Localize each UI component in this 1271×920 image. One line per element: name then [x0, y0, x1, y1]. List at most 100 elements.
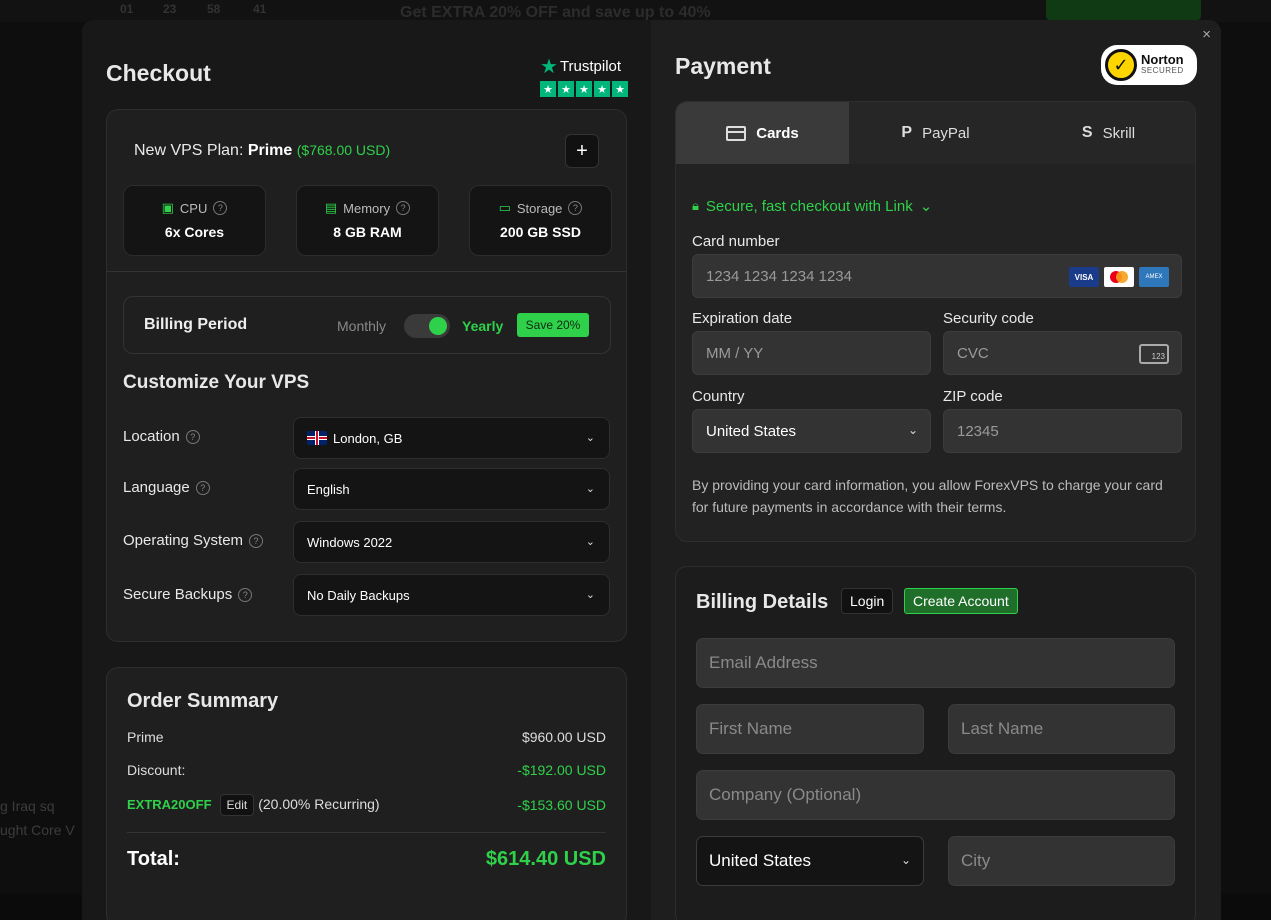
coupon-code: EXTRA20OFF: [127, 797, 212, 812]
billing-country-select[interactable]: United States ⌄: [696, 836, 924, 886]
edit-coupon-button[interactable]: Edit: [220, 794, 255, 816]
company-placeholder: Company (Optional): [709, 785, 861, 805]
plan-card: New VPS Plan: Prime ($768.00 USD) + ▣CPU…: [106, 109, 627, 642]
backups-value: No Daily Backups: [307, 588, 410, 603]
spec-label: Storage: [517, 201, 563, 216]
norton-check-icon: ✓: [1105, 49, 1137, 81]
last-name-field[interactable]: Last Name: [948, 704, 1175, 754]
tab-label: PayPal: [922, 125, 970, 142]
location-select[interactable]: London, GB ⌄: [293, 417, 610, 459]
tab-paypal[interactable]: P PayPal: [849, 102, 1022, 164]
card-number-input[interactable]: 1234 1234 1234 1234 VISA AMEX: [692, 254, 1182, 298]
tab-skrill[interactable]: SSkrill: [1022, 102, 1195, 164]
payment-tabs: Cards P PayPal SSkrill: [676, 102, 1195, 164]
close-icon[interactable]: ×: [1202, 26, 1211, 43]
os-select[interactable]: Windows 2022 ⌄: [293, 521, 610, 563]
zip-input[interactable]: 12345: [943, 409, 1182, 453]
billing-country-value: United States: [709, 851, 811, 871]
expiry-input[interactable]: MM / YY: [692, 331, 931, 375]
country-select[interactable]: United States ⌄: [692, 409, 931, 453]
checkout-title: Checkout: [106, 60, 211, 87]
help-icon[interactable]: ?: [213, 201, 227, 215]
help-icon[interactable]: ?: [196, 481, 210, 495]
first-name-field[interactable]: First Name: [696, 704, 924, 754]
help-icon[interactable]: ?: [396, 201, 410, 215]
security-code-placeholder: CVC: [957, 345, 989, 362]
add-plan-button[interactable]: +: [565, 134, 599, 168]
summary-row: Discount: -$192.00 USD: [127, 762, 606, 778]
zip-label: ZIP code: [943, 388, 1003, 405]
star-icon: ★: [576, 81, 592, 97]
email-field[interactable]: Email Address: [696, 638, 1175, 688]
location-value: London, GB: [333, 431, 402, 446]
spec-label: CPU: [180, 201, 207, 216]
help-icon[interactable]: ?: [249, 534, 263, 548]
link-checkout-toggle[interactable]: 🔒︎ Secure, fast checkout with Link ⌄: [692, 197, 932, 215]
star-icon: ★: [594, 81, 610, 97]
email-placeholder: Email Address: [709, 653, 818, 673]
skrill-icon: S: [1082, 124, 1093, 142]
billing-yearly-option[interactable]: Yearly: [462, 318, 503, 334]
spec-memory: ▤Memory? 8 GB RAM: [296, 185, 439, 256]
cvc-card-icon: 123: [1139, 344, 1169, 364]
backups-label: Secure Backups?: [123, 586, 252, 603]
payment-title: Payment: [675, 53, 771, 80]
toggle-knob: [429, 317, 447, 335]
chevron-down-icon: ⌄: [586, 431, 595, 444]
total-label: Total:: [127, 848, 180, 871]
billing-period-toggle[interactable]: [404, 314, 450, 338]
language-value: English: [307, 482, 350, 497]
last-name-placeholder: Last Name: [961, 719, 1043, 739]
language-label: Language?: [123, 479, 210, 496]
help-icon[interactable]: ?: [238, 588, 252, 602]
plan-name: Prime: [248, 142, 292, 159]
checkout-modal: Checkout ★Trustpilot ★★★★★ New VPS Plan:…: [82, 20, 1221, 920]
uk-flag-icon: [307, 431, 327, 445]
customize-title: Customize Your VPS: [123, 372, 309, 394]
city-placeholder: City: [961, 851, 990, 871]
chevron-down-icon: ⌄: [908, 423, 918, 437]
company-field[interactable]: Company (Optional): [696, 770, 1175, 820]
star-icon: ★: [558, 81, 574, 97]
card-brand-logos: VISA AMEX: [1069, 267, 1169, 287]
background-order-button: [1046, 0, 1201, 20]
location-label: Location?: [123, 428, 200, 445]
city-field[interactable]: City: [948, 836, 1175, 886]
country-label: Country: [692, 388, 745, 405]
total-row: Total: $614.40 USD: [127, 848, 606, 871]
tab-cards[interactable]: Cards: [676, 102, 849, 164]
backups-select[interactable]: No Daily Backups ⌄: [293, 574, 610, 616]
countdown-seconds: 41: [253, 2, 266, 16]
divider: [107, 271, 626, 272]
memory-icon: ▤: [325, 200, 337, 216]
spec-cpu: ▣CPU? 6x Cores: [123, 185, 266, 256]
trustpilot-badge[interactable]: ★Trustpilot ★★★★★: [540, 54, 628, 97]
security-code-label: Security code: [943, 310, 1034, 327]
help-icon[interactable]: ?: [186, 430, 200, 444]
create-account-button[interactable]: Create Account: [904, 588, 1018, 614]
background-promo-bar: 01 23 58 41 Get EXTRA 20% OFF and save u…: [0, 0, 1271, 22]
amex-icon: AMEX: [1139, 267, 1169, 287]
summary-value: $960.00 USD: [522, 729, 606, 745]
summary-label: Discount:: [127, 762, 185, 778]
security-code-input[interactable]: CVC 123: [943, 331, 1182, 375]
star-icon: ★: [540, 81, 556, 97]
login-button[interactable]: Login: [841, 588, 893, 614]
tab-label: Cards: [756, 125, 799, 142]
billing-monthly-option[interactable]: Monthly: [337, 318, 386, 334]
option-label: Operating System: [123, 532, 243, 549]
chevron-down-icon: ⌄: [920, 197, 933, 215]
help-icon[interactable]: ?: [568, 201, 582, 215]
cpu-icon: ▣: [162, 200, 174, 216]
option-label: Language: [123, 479, 190, 496]
storage-icon: ▭: [499, 200, 511, 216]
divider: [127, 832, 606, 833]
mastercard-icon: [1104, 267, 1134, 287]
trustpilot-rating-stars: ★★★★★: [540, 81, 628, 97]
os-value: Windows 2022: [307, 535, 392, 550]
star-icon: ★: [612, 81, 628, 97]
chevron-down-icon: ⌄: [586, 482, 595, 495]
norton-sub: SECURED: [1141, 65, 1184, 76]
paypal-icon: P: [901, 124, 912, 142]
language-select[interactable]: English ⌄: [293, 468, 610, 510]
